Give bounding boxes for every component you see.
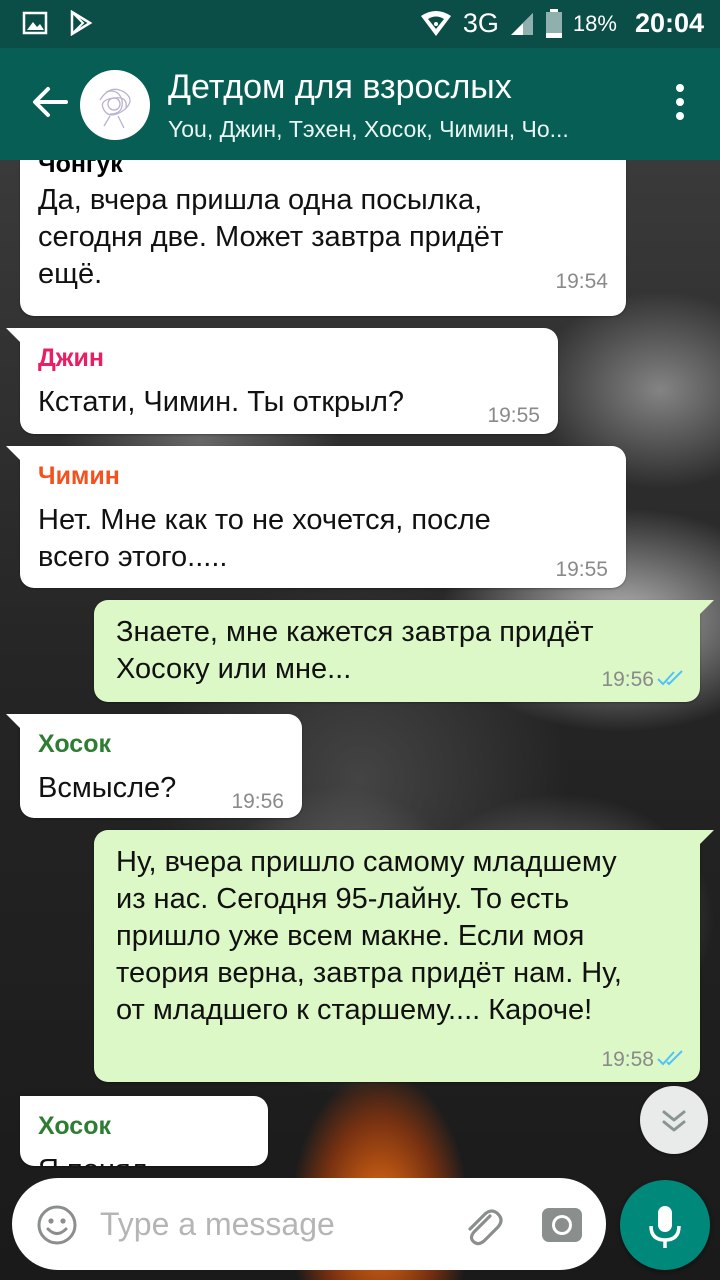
more-vert-icon[interactable] [672,84,688,128]
message-bubble[interactable]: Хосок Всмысле? 19:56 [6,714,302,818]
message-text: Да, вчера пришла одна посылка, сегодня д… [38,184,504,290]
message-time: 19:58 [601,1048,654,1071]
scroll-to-bottom-button[interactable] [640,1086,708,1154]
sender-name: Чимин [38,462,120,490]
message-bubble[interactable]: Хосок Я понял [20,1096,268,1166]
chat-header: Детдом для взрослых You, Джин, Тэхен, Хо… [0,48,720,160]
sender-name: Чонгук [38,160,123,178]
sender-name: Хосок [38,1112,111,1140]
mic-icon [649,1206,681,1248]
message-time: 19:56 [231,790,284,813]
message-text: Всмысле? [38,772,177,804]
message-time: 19:55 [487,404,540,427]
chevrons-down-icon [662,1110,686,1132]
network-type: 3G [462,8,499,38]
group-members[interactable]: You, Джин, Тэхен, Хосок, Чимин, Чо... [168,116,628,143]
arrow-left-icon[interactable] [28,80,72,124]
chat-area[interactable]: Чонгук Да, вчера пришла одна посылка, се… [0,160,720,1280]
paperclip-icon[interactable] [458,1202,506,1250]
message-bubble[interactable]: Чимин Нет. Мне как то не хочется, после … [6,446,626,588]
message-time: 19:55 [555,558,608,581]
message-input[interactable] [100,1196,440,1252]
message-bubble-outgoing[interactable]: Ну, вчера пришло самому младшему из нас.… [94,830,714,1082]
message-bubble[interactable]: Джин Кстати, Чимин. Ты открыл? 19:55 [6,328,558,434]
message-text: Знаете, мне кажется завтра придёт Хосоку… [116,616,594,685]
status-bar: 3G 18% 20:04 [0,0,720,48]
sender-name: Хосок [38,730,111,758]
play-store-icon [70,10,93,36]
message-text: Я понял [38,1152,147,1166]
group-avatar[interactable] [80,70,150,140]
wifi-icon [420,10,451,36]
mic-button[interactable] [620,1180,710,1270]
message-time: 19:54 [555,270,608,293]
message-text: Кстати, Чимин. Ты открыл? [38,386,405,418]
message-text: Нет. Мне как то не хочется, после всего … [38,504,491,573]
double-check-icon [657,670,683,686]
clock: 20:04 [634,8,704,38]
battery-level: 18% [572,10,617,36]
message-bubble-outgoing[interactable]: Знаете, мне кажется завтра придёт Хосоку… [94,600,714,702]
double-check-icon [657,1050,683,1066]
signal-icon [510,12,533,35]
camera-icon[interactable] [540,1202,584,1246]
gallery-icon [22,11,48,35]
message-bubble[interactable]: Чонгук Да, вчера пришла одна посылка, се… [20,160,626,316]
group-title[interactable]: Детдом для взрослых [168,68,512,107]
battery-icon [545,8,562,38]
message-composer [12,1178,606,1270]
sender-name: Джин [38,344,105,372]
message-text: Ну, вчера пришло самому младшему из нас.… [116,846,622,1026]
message-time: 19:56 [601,668,654,691]
emoji-icon[interactable] [36,1204,78,1246]
